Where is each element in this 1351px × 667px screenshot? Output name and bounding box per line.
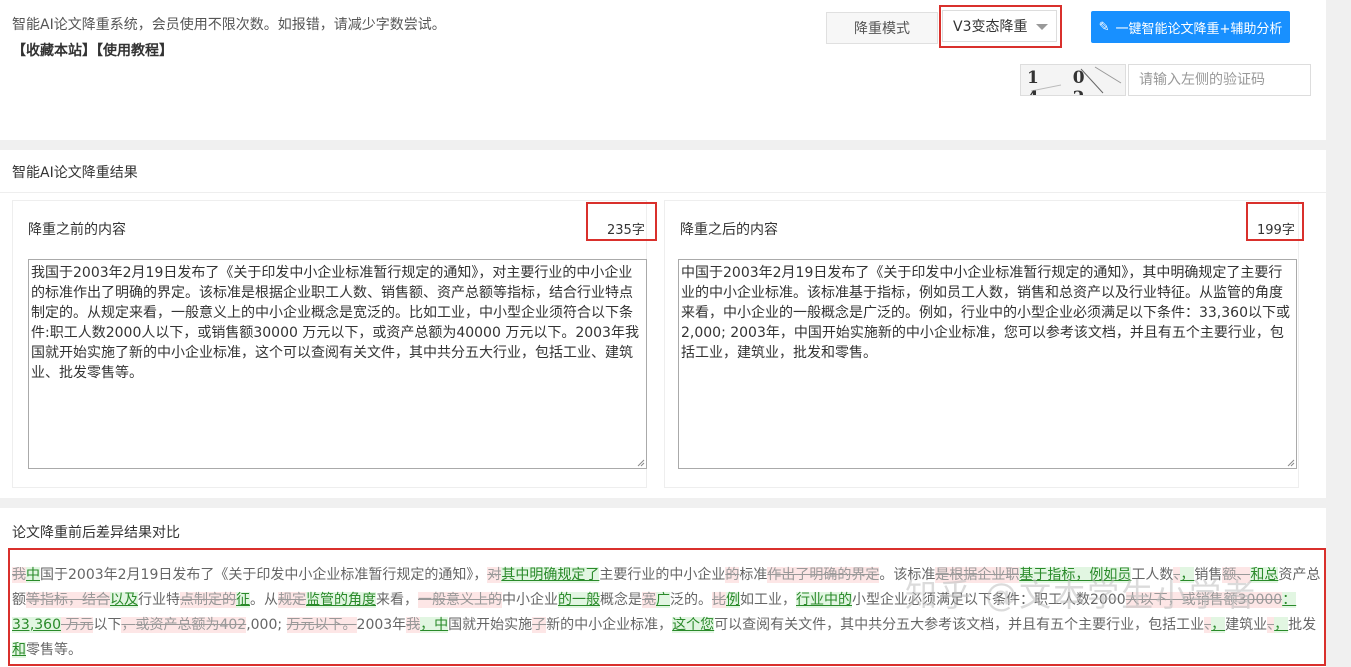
diff-removed-segment: 或资产总额为402 xyxy=(135,617,247,633)
diff-removed-segment: ， xyxy=(121,617,136,633)
diff-panel: 论文降重前后差异结果对比 我中国于2003年2月19日发布了《关于印发中小企业标… xyxy=(0,508,1326,667)
diff-same-segment: 主要行业的中小企业 xyxy=(599,567,726,583)
captcha-image[interactable]: 1 0 4 2 xyxy=(1020,64,1126,96)
diff-same-segment: 来看， xyxy=(376,592,418,608)
diff-added-segment: 和总 xyxy=(1250,567,1279,583)
diff-same-segment: ， xyxy=(473,567,488,583)
diff-same-segment: 。该标准 xyxy=(879,567,936,583)
diff-same-segment: 零售等。 xyxy=(26,642,82,658)
smart-reduce-button-label: 一键智能论文降重+辅助分析 xyxy=(1115,21,1283,37)
diff-added-segment: 行业中的 xyxy=(796,592,852,608)
intro-text: 智能AI论文降重系统，会员使用不限次数。如报错，请减少字数尝试。 xyxy=(12,17,446,33)
diff-removed-segment: 额、 xyxy=(1222,567,1251,583)
bookmark-link[interactable]: 【收藏本站】 xyxy=(12,43,96,59)
mode-select-value: V3变态降重 xyxy=(953,19,1028,35)
diff-removed-segment: 的 xyxy=(725,567,740,583)
diff-same-segment: 行业，包括工业 xyxy=(1106,617,1205,633)
diff-removed-segment: 宽 xyxy=(642,592,656,608)
diff-removed-segment: 我 xyxy=(12,567,26,583)
smart-reduce-button[interactable]: ✎ 一键智能论文降重+辅助分析 xyxy=(1091,11,1290,43)
diff-added-segment: ， xyxy=(1180,567,1195,583)
diff-same-segment: 如工业， xyxy=(740,592,796,608)
diff-removed-segment: 点制定的 xyxy=(180,592,236,608)
diff-added-segment: 监管的角度 xyxy=(306,592,376,608)
diff-added-segment: 基于指标，例如员 xyxy=(1019,567,1132,583)
diff-added-segment: 征 xyxy=(236,592,250,608)
diff-added-segment: ，中 xyxy=(420,617,449,633)
diff-added-segment: 中 xyxy=(26,567,40,583)
pencil-icon: ✎ xyxy=(1098,19,1110,35)
mode-select[interactable]: V3变态降重 xyxy=(942,10,1057,42)
diff-added-segment: 和 xyxy=(12,642,26,658)
diff-removed-segment: 我 xyxy=(406,617,421,633)
mode-label: 降重模式 xyxy=(826,12,938,44)
diff-same-segment: 新的中小企业标准， xyxy=(546,617,673,633)
result-title: 智能AI论文降重结果 xyxy=(12,165,138,181)
before-label: 降重之前的内容 xyxy=(28,222,126,238)
diff-removed-segment: 了 xyxy=(532,617,547,633)
diff-same-segment: 销售 xyxy=(1194,567,1223,583)
diff-added-segment: 这个您 xyxy=(672,617,715,633)
after-column: 降重之后的内容 199字 中国于2003年2月19日发布了《关于印发中小企业标准… xyxy=(664,200,1299,488)
diff-removed-segment: 对 xyxy=(487,567,502,583)
diff-added-segment: 其中明确规定了 xyxy=(501,567,600,583)
diff-added-segment: 广 xyxy=(656,592,670,608)
before-textarea[interactable]: 我国于2003年2月19日发布了《关于印发中小企业标准暂行规定的通知》，对主要行… xyxy=(28,259,647,469)
diff-added-segment: 例 xyxy=(726,592,740,608)
diff-removed-segment: 规定 xyxy=(278,592,306,608)
tutorial-link[interactable]: 【使用教程】 xyxy=(96,43,173,59)
diff-added-segment: 的一般 xyxy=(558,592,600,608)
diff-removed-segment: 是根据企业职 xyxy=(935,567,1020,583)
before-column: 降重之前的内容 235字 我国于2003年2月19日发布了《关于印发中小企业标准… xyxy=(12,200,647,488)
diff-removed-segment: 比 xyxy=(712,592,726,608)
diff-same-segment: 以下 xyxy=(93,617,122,633)
diff-added-segment: ， xyxy=(1274,617,1289,633)
diff-same-segment: 建筑业 xyxy=(1225,617,1268,633)
diff-result: 我中国于2003年2月19日发布了《关于印发中小企业标准暂行规定的通知》，对其中… xyxy=(12,558,1322,658)
diff-same-segment: 批发 xyxy=(1288,617,1317,633)
captcha-code: 1 0 4 2 xyxy=(1027,68,1099,95)
diff-same-segment: 中小企业 xyxy=(502,592,558,608)
diff-removed-segment: 一般意义上的 xyxy=(418,592,502,608)
diff-same-segment: 泛的。 xyxy=(670,592,712,608)
diff-title: 论文降重前后差异结果对比 xyxy=(12,525,180,541)
after-label: 降重之后的内容 xyxy=(680,222,778,238)
resize-handle-icon[interactable] xyxy=(637,459,645,467)
diff-removed-segment: 万元以下。 xyxy=(286,617,357,633)
diff-same-segment: 小型企业必须满足以下条件：职工人数2000 xyxy=(852,592,1126,608)
after-text: 中国于2003年2月19日发布了《关于印发中小企业标准暂行规定的通知》，其中明确… xyxy=(681,265,1290,361)
diff-removed-segment: 万元 xyxy=(61,617,94,633)
diff-same-segment: 开始实施 xyxy=(476,617,533,633)
diff-same-segment: 。从 xyxy=(250,592,278,608)
diff-added-segment: 以及 xyxy=(110,592,138,608)
diff-same-segment: 可以查阅有关文件，其中共分五大参考该文档，并且有五个主要 xyxy=(714,617,1107,633)
diff-same-segment: 标准 xyxy=(739,567,768,583)
chevron-down-icon xyxy=(1036,24,1048,30)
diff-added-segment: ， xyxy=(1211,617,1226,633)
diff-removed-segment: 人以下，或销售额30000 xyxy=(1125,592,1283,608)
diff-same-segment: ,000; xyxy=(246,617,287,633)
after-word-count: 199字 xyxy=(1257,223,1295,238)
diff-same-segment: 国于2003年2月19日发布了《关于印发中小企业标准暂行规定的通知》 xyxy=(40,567,474,583)
after-textarea[interactable]: 中国于2003年2月19日发布了《关于印发中小企业标准暂行规定的通知》，其中明确… xyxy=(678,259,1297,469)
diff-same-segment: 2003年 xyxy=(356,617,407,633)
before-word-count: 235字 xyxy=(607,223,645,238)
header-links: 【收藏本站】【使用教程】 xyxy=(12,40,173,60)
diff-same-segment: 国就 xyxy=(448,617,477,633)
diff-same-segment: 概念是 xyxy=(600,592,642,608)
diff-removed-segment: 等指标，结合 xyxy=(26,592,110,608)
diff-removed-segment: 作出了明确的界定 xyxy=(767,567,880,583)
diff-same-segment: 工人数 xyxy=(1131,567,1174,583)
before-text: 我国于2003年2月19日发布了《关于印发中小企业标准暂行规定的通知》，对主要行… xyxy=(31,265,639,381)
control-panel: 智能AI论文降重系统，会员使用不限次数。如报错，请减少字数尝试。 【收藏本站】【… xyxy=(0,0,1326,140)
divider xyxy=(0,192,1326,193)
diff-same-segment: 行业特 xyxy=(138,592,180,608)
resize-handle-icon[interactable] xyxy=(1287,459,1295,467)
result-panel: 智能AI论文降重结果 降重之前的内容 235字 我国于2003年2月19日发布了… xyxy=(0,150,1326,498)
captcha-input[interactable] xyxy=(1128,64,1311,96)
